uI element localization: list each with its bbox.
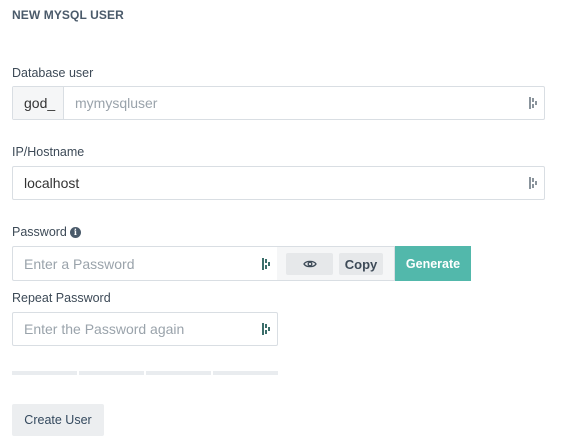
password-manager-icon[interactable] [262,323,271,335]
password-manager-icon[interactable] [262,257,271,270]
password-field [12,246,278,281]
database-user-field: god_ [12,86,545,120]
generate-password-button[interactable]: Generate [395,246,471,281]
strength-segment [79,371,144,375]
password-input[interactable] [13,247,277,280]
hostname-label: IP/Hostname [12,145,85,159]
database-user-input[interactable] [13,87,544,119]
hostname-field [12,166,545,200]
repeat-password-input[interactable] [13,313,277,345]
strength-segment [146,371,211,375]
show-password-button[interactable] [286,253,333,275]
eye-icon [302,260,317,268]
copy-password-button[interactable]: Copy [339,253,383,275]
password-actions: Copy [277,246,395,281]
strength-segment [12,371,77,375]
repeat-password-field [12,312,278,346]
password-label: Password [12,225,67,239]
hostname-input[interactable] [13,167,544,199]
info-icon[interactable]: i [69,227,81,238]
new-mysql-user-form: NEW MYSQL USER Database user god_ IP/Hos… [0,0,568,447]
database-user-label: Database user [12,66,94,80]
repeat-password-label: Repeat Password [12,291,111,305]
password-strength-meter [12,371,278,375]
database-user-prefix: god_ [13,87,64,119]
create-user-button[interactable]: Create User [12,404,104,436]
strength-segment [213,371,278,375]
password-manager-icon[interactable] [529,97,538,109]
form-title: NEW MYSQL USER [12,8,124,22]
password-label-row: Password i [12,225,81,239]
password-manager-icon[interactable] [529,177,538,189]
